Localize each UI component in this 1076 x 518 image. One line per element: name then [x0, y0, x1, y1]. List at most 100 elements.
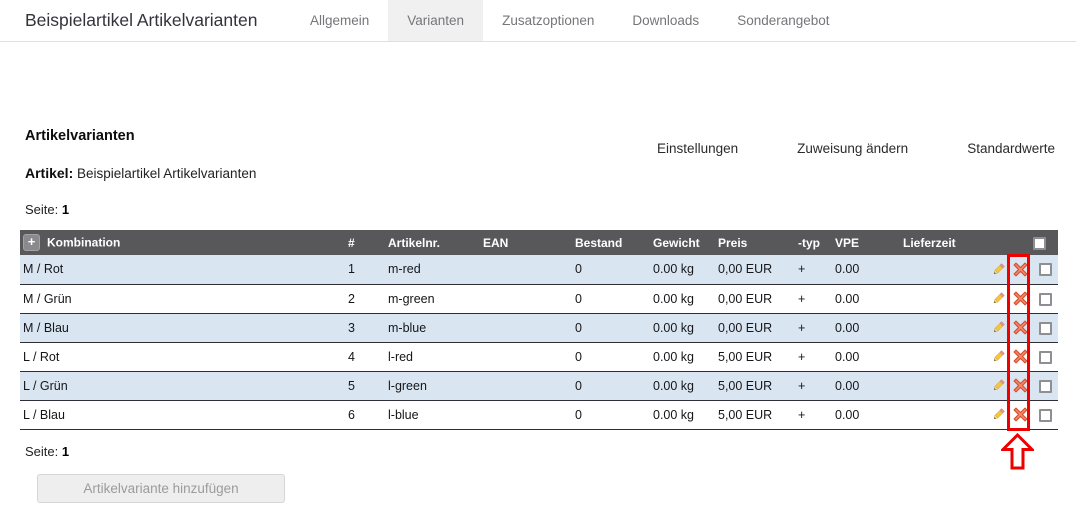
- cell-edit: [986, 255, 1008, 284]
- cell-nr: 6: [348, 407, 355, 422]
- cell-delete: [1008, 284, 1030, 313]
- cell-gewicht: 0.00 kg: [653, 349, 695, 364]
- col-header-delete: [1008, 230, 1030, 255]
- cell-lieferzeit: [900, 255, 986, 284]
- variant-row: L / Rot 4 l-red 0 0.00 kg 5,00 EUR + 0.0…: [20, 342, 1058, 371]
- product-variants-page: Beispielartikel Artikelvarianten Allgeme…: [0, 0, 1076, 518]
- cell-bestand: 0: [575, 262, 582, 277]
- cell-gewicht: 0.00 kg: [653, 291, 695, 306]
- cell-ean: [480, 371, 572, 400]
- article-line: Artikel: Beispielartikel Artikelvariante…: [25, 165, 1076, 182]
- page-title: Beispielartikel Artikelvarianten: [25, 10, 258, 30]
- cell-gewicht: 0.00 kg: [653, 320, 695, 335]
- cell-preis: 5,00 EUR: [718, 378, 773, 393]
- header-row: + Kombination # Artikelnr. EAN Bestand Ge…: [20, 230, 1058, 255]
- cell-vpe: 0.00: [835, 349, 860, 364]
- col-header-gewicht: Gewicht: [650, 230, 715, 255]
- cell-typ: +: [798, 262, 806, 277]
- cell-artikelnr: l-blue: [388, 407, 419, 422]
- action-zuweisung-aendern[interactable]: Zuweisung ändern: [797, 141, 908, 156]
- tab-varianten[interactable]: Varianten: [388, 0, 484, 41]
- delete-x-icon[interactable]: [1013, 349, 1028, 364]
- row-checkbox[interactable]: [1039, 263, 1052, 277]
- cell-vpe: 0.00: [835, 262, 860, 277]
- cell-kombination: L / Blau: [23, 407, 65, 422]
- cell-preis: 5,00 EUR: [718, 407, 773, 422]
- page-label: Seite:: [25, 443, 59, 459]
- cell-typ: +: [798, 407, 806, 422]
- pencil-icon[interactable]: [991, 262, 1006, 277]
- cell-kombination: L / Grün: [23, 378, 68, 393]
- cell-bestand: 0: [575, 349, 582, 364]
- delete-x-icon[interactable]: [1013, 291, 1028, 306]
- pagination-top: Seite: 1: [25, 202, 1076, 217]
- delete-x-icon[interactable]: [1013, 262, 1028, 277]
- cell-select: [1030, 400, 1058, 429]
- cell-gewicht: 0.00 kg: [653, 262, 695, 277]
- topbar: Beispielartikel Artikelvarianten Allgeme…: [0, 0, 1076, 42]
- delete-x-icon[interactable]: [1013, 320, 1028, 335]
- col-header-bestand: Bestand: [572, 230, 650, 255]
- action-einstellungen[interactable]: Einstellungen: [657, 141, 738, 156]
- row-checkbox[interactable]: [1039, 379, 1052, 393]
- plus-icon[interactable]: +: [23, 234, 40, 251]
- cell-bestand: 0: [575, 291, 582, 306]
- variant-row: M / Grün 2 m-green 0 0.00 kg 0,00 EUR + …: [20, 284, 1058, 313]
- cell-edit: [986, 313, 1008, 342]
- tab-allgemein[interactable]: Allgemein: [291, 0, 388, 41]
- cell-gewicht: 0.00 kg: [653, 378, 695, 393]
- delete-x-icon[interactable]: [1013, 407, 1028, 422]
- variant-row: L / Grün 5 l-green 0 0.00 kg 5,00 EUR + …: [20, 371, 1058, 400]
- row-checkbox[interactable]: [1039, 321, 1052, 335]
- cell-typ: +: [798, 378, 806, 393]
- delete-x-icon[interactable]: [1013, 378, 1028, 393]
- pencil-icon[interactable]: [991, 320, 1006, 335]
- pagination-bottom: Seite: 1: [25, 444, 1076, 459]
- cell-artikelnr: l-green: [388, 378, 427, 393]
- cell-select: [1030, 371, 1058, 400]
- col-header-select: [1030, 230, 1058, 255]
- pencil-icon[interactable]: [991, 407, 1006, 422]
- cell-edit: [986, 371, 1008, 400]
- cell-edit: [986, 284, 1008, 313]
- cell-lieferzeit: [900, 313, 986, 342]
- select-all-checkbox[interactable]: [1033, 236, 1046, 250]
- cell-vpe: 0.00: [835, 291, 860, 306]
- cell-preis: 0,00 EUR: [718, 291, 773, 306]
- cell-nr: 3: [348, 320, 355, 335]
- col-header-edit: [986, 230, 1008, 255]
- col-header-preis: Preis: [715, 230, 795, 255]
- cell-artikelnr: m-blue: [388, 320, 427, 335]
- pencil-icon[interactable]: [991, 349, 1006, 364]
- tab-sonderangebot[interactable]: Sonderangebot: [718, 0, 848, 41]
- row-checkbox[interactable]: [1039, 350, 1052, 364]
- row-checkbox[interactable]: [1039, 292, 1052, 306]
- cell-ean: [480, 255, 572, 284]
- page-number: 1: [61, 443, 70, 459]
- cell-artikelnr: m-green: [388, 291, 435, 306]
- cell-edit: [986, 400, 1008, 429]
- page-number: 1: [61, 202, 70, 217]
- col-header-kombination: + Kombination: [20, 230, 345, 255]
- cell-select: [1030, 313, 1058, 342]
- cell-preis: 0,00 EUR: [718, 320, 773, 335]
- row-checkbox[interactable]: [1039, 408, 1052, 422]
- pencil-icon[interactable]: [991, 378, 1006, 393]
- cell-vpe: 0.00: [835, 320, 860, 335]
- cell-typ: +: [798, 320, 806, 335]
- cell-ean: [480, 284, 572, 313]
- cell-select: [1030, 342, 1058, 371]
- cell-bestand: 0: [575, 407, 582, 422]
- cell-kombination: M / Rot: [23, 262, 64, 277]
- cell-select: [1030, 255, 1058, 284]
- cell-kombination: M / Blau: [23, 320, 69, 335]
- cell-nr: 4: [348, 349, 355, 364]
- action-standardwerte[interactable]: Standardwerte: [967, 141, 1055, 156]
- pencil-icon[interactable]: [991, 291, 1006, 306]
- col-header-nr: #: [345, 230, 385, 255]
- tab-zusatzoptionen[interactable]: Zusatzoptionen: [483, 0, 613, 41]
- add-variant-button[interactable]: Artikelvariante hinzufügen: [37, 473, 285, 503]
- cell-vpe: 0.00: [835, 407, 860, 422]
- tab-downloads[interactable]: Downloads: [613, 0, 718, 41]
- cell-delete: [1008, 371, 1030, 400]
